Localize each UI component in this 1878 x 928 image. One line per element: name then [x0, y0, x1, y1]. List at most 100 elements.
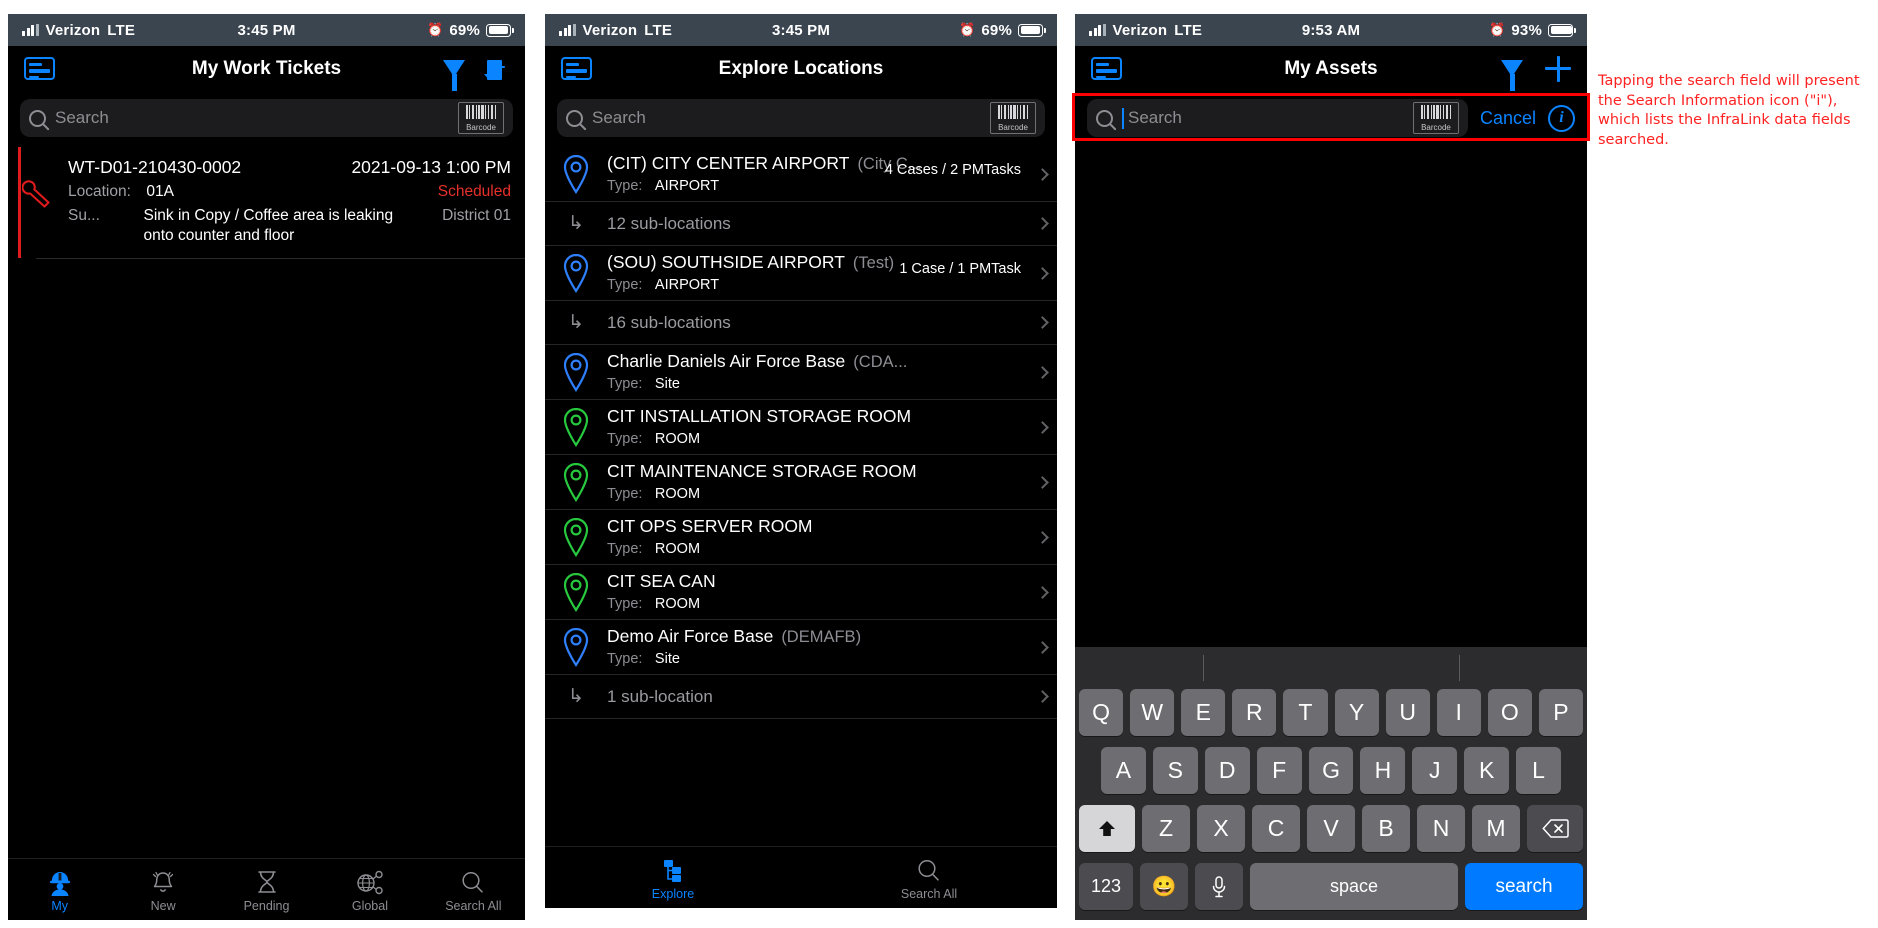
status-bar-right: ⏰ 69% — [426, 21, 514, 39]
alarm-clock-icon: ⏰ — [426, 22, 444, 37]
keyboard-row-2: A S D F G H J K L — [1075, 747, 1587, 794]
district-label: District 01 — [442, 207, 511, 224]
search-input[interactable]: Search Barcode — [557, 99, 1045, 137]
status-bar: Verizon LTE 3:45 PM ⏰ 69% — [545, 14, 1057, 46]
key-z[interactable]: Z — [1142, 805, 1190, 852]
location-row[interactable]: CIT INSTALLATION STORAGE ROOM Type: ROOM — [545, 400, 1057, 455]
location-type-row: Type: ROOM — [607, 430, 1021, 448]
sub-location-row[interactable]: ↳ 12 sub-locations — [545, 202, 1057, 246]
microphone-icon[interactable] — [1195, 863, 1243, 910]
chevron-right-icon — [1027, 640, 1057, 654]
nav-actions — [1501, 55, 1571, 82]
backspace-icon[interactable] — [1527, 805, 1583, 852]
key-h[interactable]: H — [1360, 747, 1406, 794]
filter-funnel-icon[interactable] — [1501, 60, 1523, 77]
location-type-row: Type: ROOM — [607, 595, 1021, 613]
barcode-scan-button[interactable]: Barcode — [990, 102, 1036, 134]
numbers-key[interactable]: 123 — [1079, 863, 1133, 910]
type-label: Type: — [607, 178, 643, 194]
search-placeholder: Search — [1128, 108, 1182, 127]
magnifier-icon — [458, 867, 488, 896]
location-row[interactable]: Demo Air Force Base (DEMAFB) Type: Site — [545, 620, 1057, 675]
type-value: Site — [654, 651, 680, 667]
location-list: (CIT) CITY CENTER AIRPORT (City C... 4 C… — [545, 147, 1057, 719]
key-y[interactable]: Y — [1334, 689, 1379, 736]
card-menu-icon[interactable] — [1091, 57, 1122, 80]
screenshot-canvas: Verizon LTE 3:45 PM ⏰ 69% My Work Ticket… — [0, 0, 1878, 928]
filter-funnel-icon[interactable] — [443, 60, 465, 77]
pin-green-icon — [545, 461, 607, 503]
location-row[interactable]: Charlie Daniels Air Force Base (CDA... T… — [545, 345, 1057, 400]
tab-search-all[interactable]: Search All — [422, 859, 525, 920]
key-a[interactable]: A — [1101, 747, 1146, 794]
key-s[interactable]: S — [1152, 747, 1198, 794]
location-row[interactable]: (SOU) SOUTHSIDE AIRPORT (Test) 1 Case / … — [545, 246, 1057, 301]
key-t[interactable]: T — [1283, 689, 1328, 736]
key-x[interactable]: X — [1197, 805, 1245, 852]
space-key[interactable]: space — [1250, 863, 1458, 910]
key-m[interactable]: M — [1472, 805, 1520, 852]
annotation-text: Tapping the search field will present th… — [1598, 73, 1860, 148]
key-o[interactable]: O — [1487, 689, 1532, 736]
key-k[interactable]: K — [1464, 747, 1510, 794]
work-ticket-row[interactable]: WT-D01-210430-0002 2021-09-13 1:00 PM Lo… — [8, 147, 525, 259]
location-code: (DEMAFB) — [781, 628, 862, 646]
key-c[interactable]: C — [1252, 805, 1300, 852]
nav-bar: Explore Locations — [545, 46, 1057, 91]
key-q[interactable]: Q — [1079, 689, 1124, 736]
info-circle-icon[interactable]: i — [1548, 104, 1575, 132]
key-f[interactable]: F — [1256, 747, 1302, 794]
tab-new[interactable]: New — [111, 859, 214, 920]
key-p[interactable]: P — [1538, 689, 1583, 736]
type-value: AIRPORT — [654, 277, 720, 293]
key-l[interactable]: L — [1516, 747, 1562, 794]
barcode-scan-button[interactable]: Barcode — [458, 102, 504, 134]
location-row[interactable]: CIT SEA CAN Type: ROOM — [545, 565, 1057, 620]
sub-location-row[interactable]: ↳ 1 sub-location — [545, 675, 1057, 719]
location-name: (SOU) SOUTHSIDE AIRPORT — [607, 252, 845, 272]
key-r[interactable]: R — [1232, 689, 1277, 736]
tab-global[interactable]: Global — [318, 859, 421, 920]
battery-percent-label: 69% — [449, 21, 480, 39]
location-row[interactable]: CIT MAINTENANCE STORAGE ROOM Type: ROOM — [545, 455, 1057, 510]
key-g[interactable]: G — [1308, 747, 1354, 794]
card-menu-icon[interactable] — [24, 57, 55, 80]
key-n[interactable]: N — [1417, 805, 1465, 852]
search-input[interactable]: Search Barcode — [20, 99, 513, 137]
status-bar-right: ⏰ 93% — [1489, 22, 1576, 39]
location-row[interactable]: CIT OPS SERVER ROOM Type: ROOM — [545, 510, 1057, 565]
signal-bars-icon — [22, 24, 39, 36]
key-e[interactable]: E — [1181, 689, 1226, 736]
sort-descending-icon[interactable] — [483, 58, 509, 80]
plus-icon[interactable] — [1545, 55, 1571, 82]
search-input[interactable]: Search Barcode — [1087, 99, 1468, 137]
key-b[interactable]: B — [1362, 805, 1410, 852]
location-name: CIT INSTALLATION STORAGE ROOM — [607, 406, 912, 426]
sub-location-row[interactable]: ↳ 16 sub-locations — [545, 301, 1057, 345]
nav-actions — [443, 58, 509, 80]
type-label: Type: — [607, 596, 643, 612]
chevron-right-icon — [1027, 530, 1057, 544]
key-v[interactable]: V — [1307, 805, 1355, 852]
barcode-scan-button[interactable]: Barcode — [1412, 102, 1459, 134]
key-d[interactable]: D — [1204, 747, 1250, 794]
tab-my[interactable]: My — [8, 859, 111, 920]
emoji-smiley-icon[interactable]: 😀 — [1140, 863, 1188, 910]
location-body: Charlie Daniels Air Force Base (CDA... T… — [607, 351, 1027, 393]
tab-search-all[interactable]: Search All — [801, 847, 1057, 908]
keyboard-row-1: Q W E R T Y U I O P — [1075, 689, 1587, 736]
sub-location-label: 12 sub-locations — [607, 213, 731, 233]
key-u[interactable]: U — [1385, 689, 1430, 736]
tab-pending[interactable]: Pending — [215, 859, 318, 920]
cancel-button[interactable]: Cancel — [1480, 108, 1536, 129]
work-ticket-location-group: Location: 01A — [68, 183, 174, 201]
tab-explore[interactable]: Explore — [545, 847, 801, 908]
search-key[interactable]: search — [1465, 863, 1583, 910]
key-i[interactable]: I — [1436, 689, 1481, 736]
card-menu-icon[interactable] — [561, 57, 592, 80]
location-row[interactable]: (CIT) CITY CENTER AIRPORT (City C... 4 C… — [545, 147, 1057, 202]
key-w[interactable]: W — [1130, 689, 1175, 736]
key-j[interactable]: J — [1412, 747, 1458, 794]
shift-arrow-icon[interactable] — [1079, 805, 1135, 852]
location-code: (Test) — [852, 254, 895, 272]
